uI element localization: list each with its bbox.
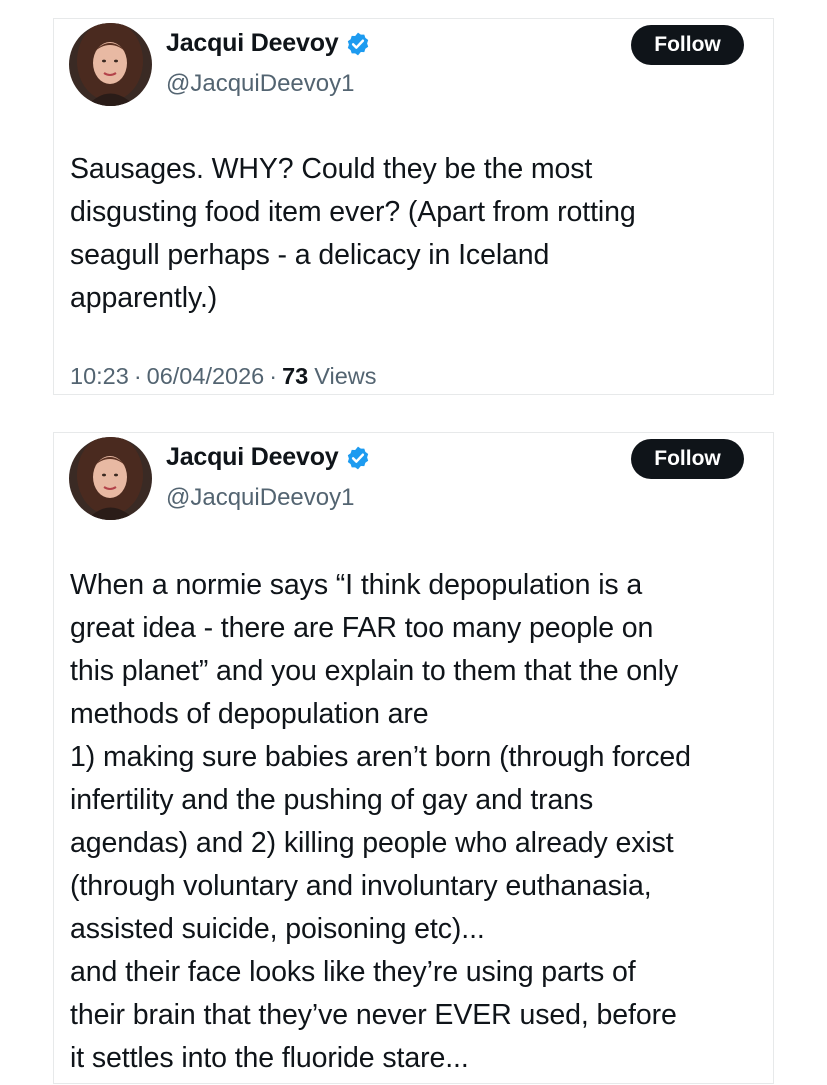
author-display-name[interactable]: Jacqui Deevoy — [166, 29, 339, 58]
tweet-text: When a normie says “I think depopulation… — [70, 569, 691, 1074]
tweet-text: Sausages. WHY? Could they be the most di… — [70, 153, 636, 314]
follow-button[interactable]: Follow — [631, 439, 744, 479]
verified-badge-icon[interactable] — [345, 31, 371, 57]
avatar[interactable] — [69, 23, 152, 106]
avatar[interactable] — [69, 437, 152, 520]
tweet-time[interactable]: 10:23 — [70, 363, 129, 390]
follow-button[interactable]: Follow — [631, 25, 744, 65]
verified-badge-icon[interactable] — [345, 445, 371, 471]
tweet-card[interactable]: Jacqui Deevoy @JacquiDeevoy1 Follow Saus… — [53, 18, 774, 395]
tweet-meta: 10:23 · 06/04/2026 · 73 Views — [70, 363, 377, 390]
author-handle[interactable]: @JacquiDeevoy1 — [166, 70, 354, 98]
tweet-card[interactable]: Jacqui Deevoy @JacquiDeevoy1 Follow When… — [53, 432, 774, 1084]
meta-separator: · — [269, 363, 278, 389]
author-name-row: Jacqui Deevoy — [166, 443, 371, 472]
author-name-row: Jacqui Deevoy — [166, 29, 371, 58]
tweet-date[interactable]: 06/04/2026 — [147, 363, 265, 390]
meta-separator: · — [133, 363, 142, 389]
views-count: 73 — [282, 363, 309, 389]
author-handle[interactable]: @JacquiDeevoy1 — [166, 484, 354, 512]
author-display-name[interactable]: Jacqui Deevoy — [166, 443, 339, 472]
views-label: Views — [314, 363, 377, 389]
